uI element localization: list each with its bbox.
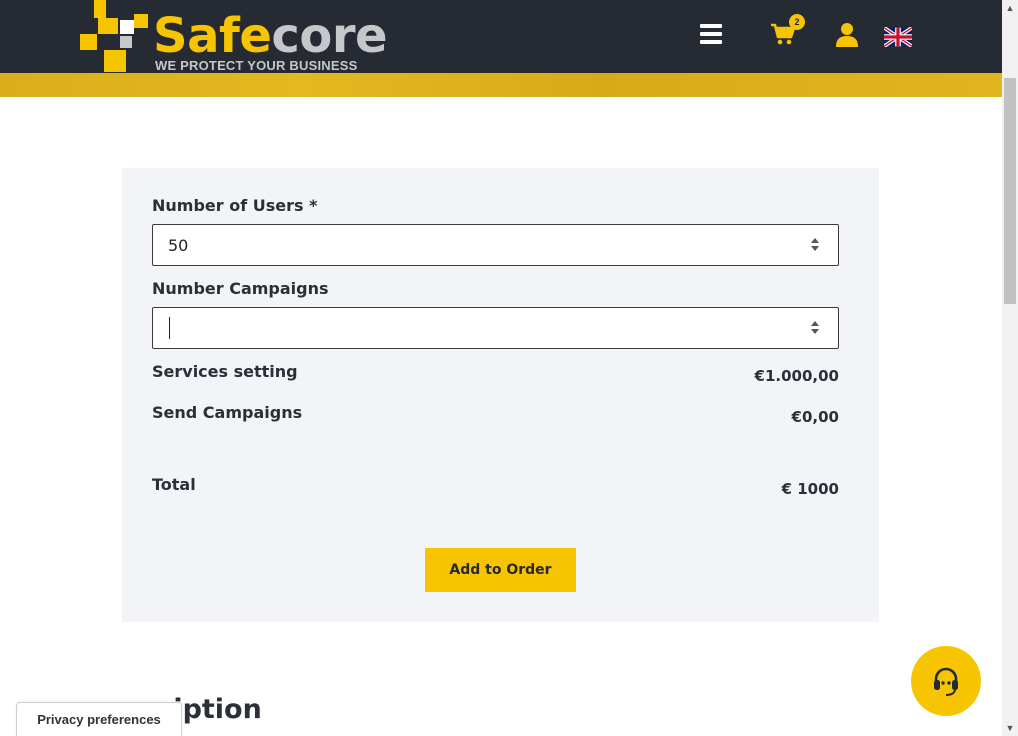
services-setting-value: €1.000,00 — [754, 367, 839, 385]
logo-primary-text: Safe — [153, 8, 272, 64]
scroll-up-arrow-icon[interactable]: ▲ — [1002, 0, 1018, 16]
users-input-wrapper — [152, 224, 839, 266]
total-label: Total — [152, 475, 196, 494]
privacy-preferences-button[interactable]: Privacy preferences — [16, 702, 182, 736]
campaigns-label: Number Campaigns — [152, 279, 329, 298]
user-icon[interactable] — [835, 22, 859, 48]
logo-mark-square — [80, 34, 97, 50]
send-campaigns-value: €0,00 — [791, 408, 839, 426]
stepper-down-icon[interactable] — [811, 329, 819, 334]
scrollbar-thumb[interactable] — [1004, 78, 1016, 304]
cart-count-badge: 2 — [789, 14, 805, 30]
logo-mark-square — [94, 0, 106, 18]
logo-tagline: WE PROTECT YOUR BUSINESS — [155, 58, 358, 73]
scroll-down-arrow-icon[interactable]: ▼ — [1002, 720, 1018, 736]
stepper-up-icon[interactable] — [811, 321, 819, 326]
header-decorative-band — [0, 73, 1002, 97]
logo-wordmark: Safecore — [153, 6, 388, 66]
logo-mark-square — [98, 18, 118, 34]
users-stepper[interactable] — [808, 235, 822, 255]
stepper-up-icon[interactable] — [811, 238, 819, 243]
logo-mark-square — [134, 14, 148, 28]
campaigns-stepper[interactable] — [808, 318, 822, 338]
page: Safecore WE PROTECT YOUR BUSINESS 2 Numb… — [0, 0, 1018, 736]
services-setting-label: Services setting — [152, 362, 298, 381]
uk-flag-icon[interactable] — [882, 26, 914, 48]
logo-mark-square — [120, 20, 134, 34]
users-input[interactable] — [168, 225, 788, 265]
headset-support-icon[interactable] — [911, 646, 981, 716]
total-value: € 1000 — [781, 480, 839, 498]
add-to-order-button[interactable]: Add to Order — [425, 548, 576, 592]
logo[interactable]: Safecore WE PROTECT YOUR BUSINESS — [78, 0, 388, 73]
logo-secondary-text: core — [271, 8, 388, 64]
users-label: Number of Users * — [152, 196, 318, 215]
stepper-down-icon[interactable] — [811, 246, 819, 251]
campaigns-input[interactable] — [168, 308, 788, 348]
campaigns-input-wrapper — [152, 307, 839, 349]
hamburger-menu-icon[interactable] — [700, 24, 726, 48]
send-campaigns-label: Send Campaigns — [152, 403, 303, 422]
logo-mark-square — [120, 36, 132, 48]
logo-mark-square — [104, 50, 126, 72]
site-header: Safecore WE PROTECT YOUR BUSINESS 2 — [0, 0, 1002, 73]
page-scrollbar[interactable]: ▲ ▼ — [1002, 0, 1018, 736]
